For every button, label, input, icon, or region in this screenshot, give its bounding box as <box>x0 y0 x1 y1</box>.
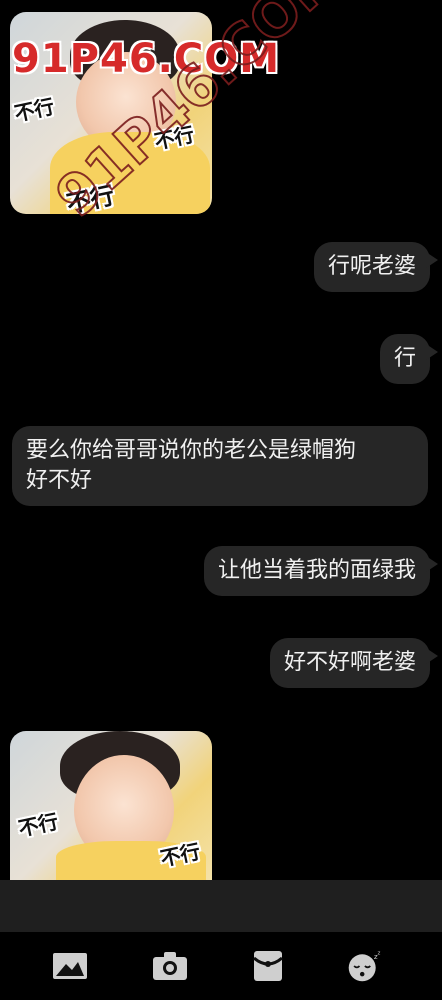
sticker-caption: 不行 <box>16 809 61 841</box>
bottom-toolbar: z z <box>0 932 442 1000</box>
sticker-message-2[interactable]: 不行 不行 <box>10 731 212 880</box>
camera-icon[interactable] <box>152 950 188 982</box>
sleepy-emoji-icon[interactable]: z z <box>346 950 382 982</box>
red-packet-icon[interactable] <box>250 950 286 982</box>
message-bubble[interactable]: 让他当着我的面绿我 <box>203 546 439 596</box>
message-bubble[interactable]: 好不好啊老婆 <box>269 638 439 688</box>
message-bubble[interactable]: 要么你给哥哥说你的老公是绿帽狗 好不好 <box>12 426 428 506</box>
message-bubble[interactable]: 行 <box>379 334 439 384</box>
sticker-caption: 不行 <box>12 94 57 126</box>
image-icon[interactable] <box>52 950 88 982</box>
message-input-bar[interactable] <box>0 880 442 932</box>
message-bubble[interactable]: 行呢老婆 <box>313 242 439 292</box>
svg-text:z: z <box>378 950 381 956</box>
